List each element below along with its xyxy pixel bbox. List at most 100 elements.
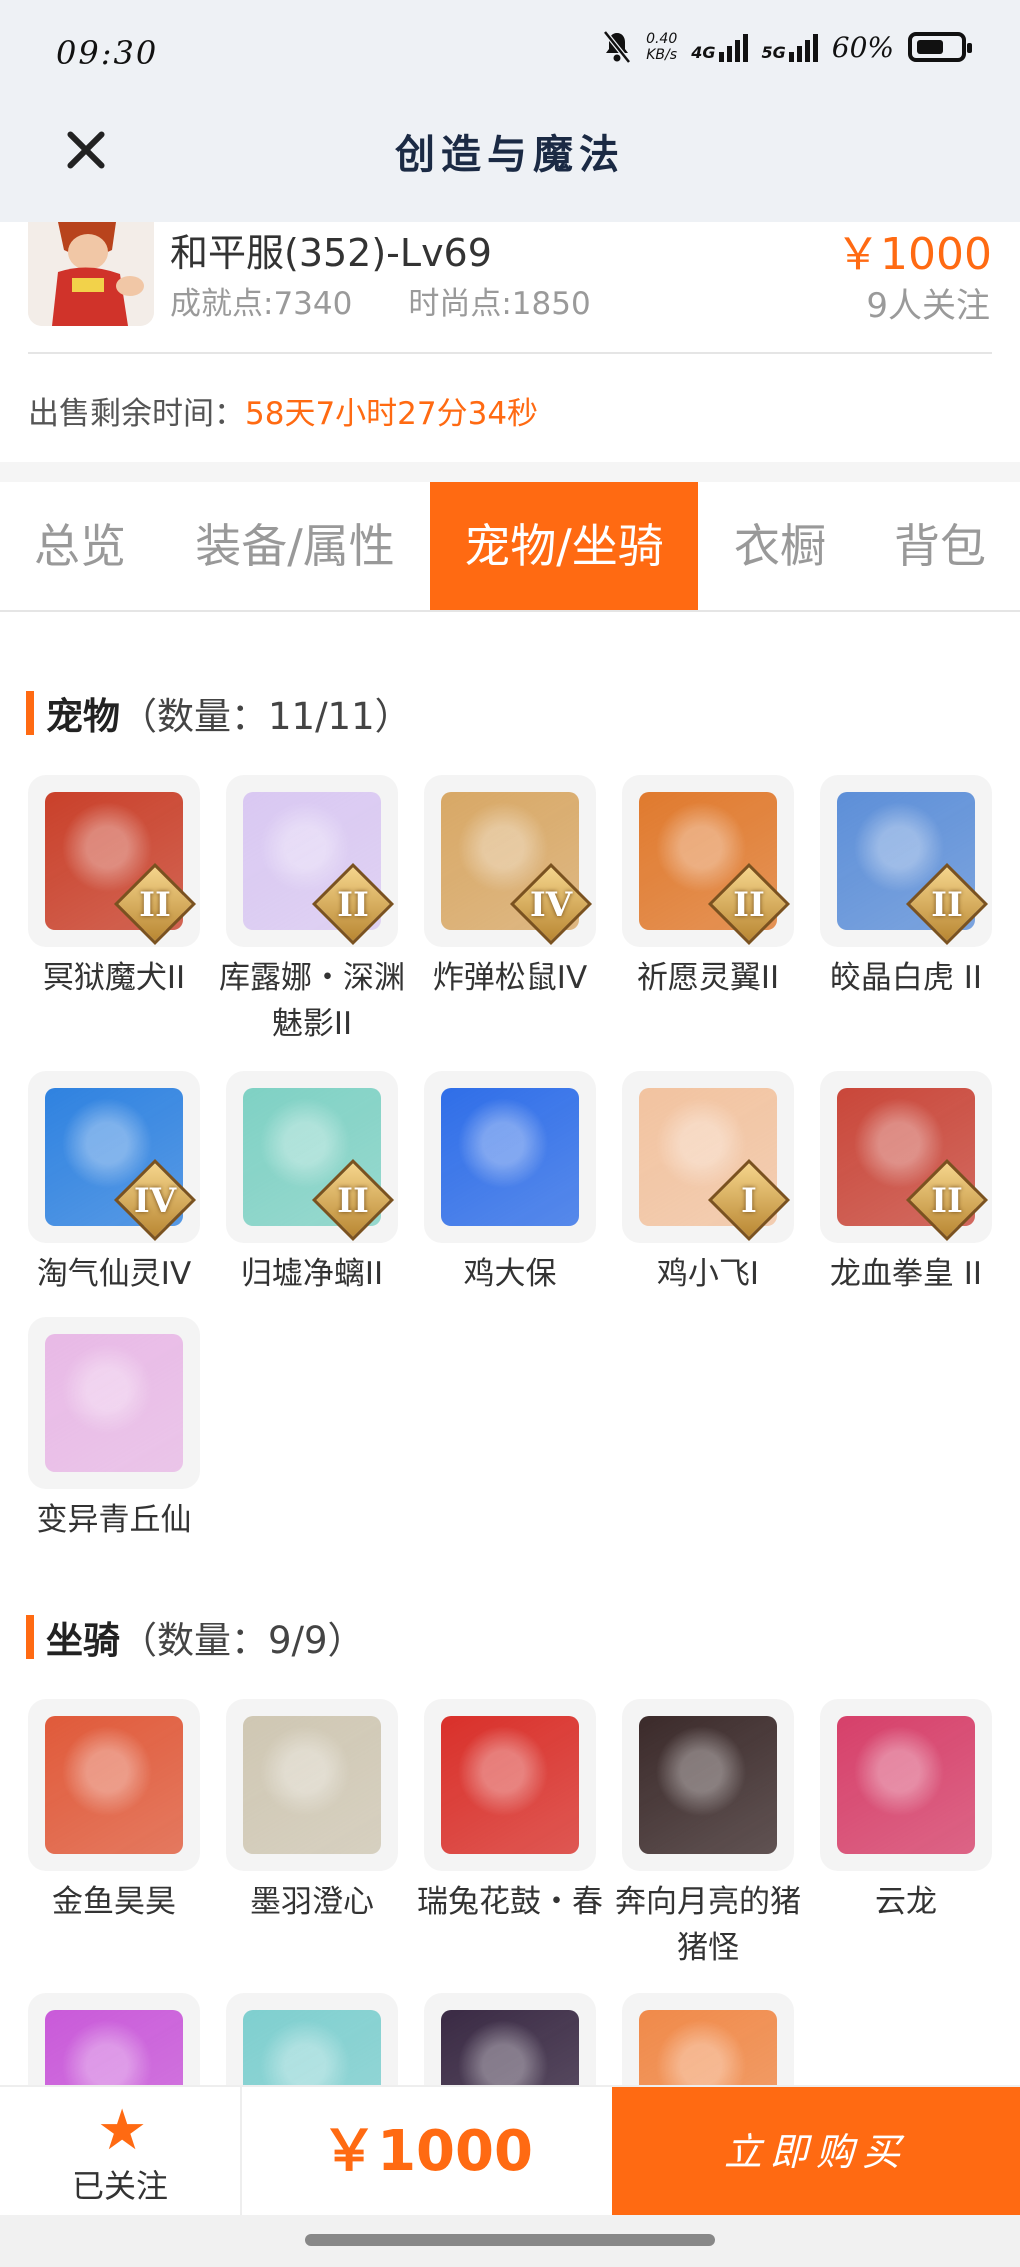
mount-image <box>28 1993 200 2085</box>
mount-item[interactable]: 云龙 <box>820 1699 992 1925</box>
remaining-time-value: 58天7小时27分34秒 <box>245 396 539 432</box>
tab-equipment[interactable]: 装备/属性 <box>180 482 410 610</box>
status-indicators: 0.40 KB/s 4G 5G 60% <box>602 30 972 64</box>
item-name: 淘气仙灵IV <box>36 1256 192 1292</box>
pet-item[interactable]: IV 淘气仙灵IV <box>28 1071 200 1297</box>
pets-section-title: 宠物 （数量：11/11） <box>26 686 412 740</box>
item-name: 库露娜・深渊魅影II <box>219 960 405 1042</box>
mount-item[interactable]: 金鱼昊昊 <box>28 1699 200 1925</box>
pet-image: II <box>226 775 398 947</box>
pet-item[interactable]: 变异青丘仙 <box>28 1317 200 1543</box>
item-name: 云龙 <box>875 1884 937 1920</box>
page-title: 创造与魔法 <box>395 131 625 178</box>
pet-image <box>424 1071 596 1243</box>
tier-label: II <box>931 885 963 925</box>
item-name: 变异青丘仙 <box>36 1502 192 1538</box>
pet-item[interactable]: II 归墟净螭II <box>226 1071 398 1297</box>
account-summary: 和平服(352)-Lv69 成就点:7340 时尚点:1850 ￥1000 9人… <box>0 222 1020 462</box>
follow-button[interactable]: ★ 已关注 <box>0 2087 242 2217</box>
signal-icon <box>788 32 818 62</box>
pet-image: I <box>622 1071 794 1243</box>
avatar <box>28 222 154 326</box>
fashion-points: 时尚点:1850 <box>408 286 591 322</box>
mute-bell-icon <box>603 30 632 64</box>
purchase-bar: ★ 已关注 ￥1000 立即购买 <box>0 2085 1020 2217</box>
pet-item[interactable]: II 库露娜・深渊魅影II <box>219 775 405 1047</box>
account-stats: 成就点:7340 时尚点:1850 <box>170 278 591 323</box>
nav-bar: 创造与魔法 <box>0 100 1020 222</box>
mount-image <box>820 1699 992 1871</box>
divider <box>28 352 992 354</box>
mount-item[interactable]: 瑞兔花鼓・春 <box>417 1699 603 1925</box>
network-speed: 0.40 KB/s <box>646 31 678 63</box>
pet-image: II <box>226 1071 398 1243</box>
item-name: 金鱼昊昊 <box>52 1884 176 1920</box>
home-indicator[interactable] <box>305 2234 715 2246</box>
mount-image <box>226 1699 398 1871</box>
mount-image <box>226 1993 398 2085</box>
item-name: 归墟净螭II <box>240 1256 384 1292</box>
tier-label: II <box>337 1181 369 1221</box>
bottom-price: ￥1000 <box>321 2119 533 2184</box>
tier-label: II <box>139 885 171 925</box>
detail-tabs: 总览 装备/属性 宠物/坐骑 衣橱 背包 <box>0 482 1020 612</box>
item-name: 鸡大保 <box>463 1256 557 1292</box>
tab-wardrobe[interactable]: 衣橱 <box>712 482 848 610</box>
follower-count: 9人关注 <box>866 286 990 326</box>
battery-icon <box>908 32 972 62</box>
mount-image <box>28 1699 200 1871</box>
tier-label: I <box>741 1181 757 1221</box>
server-level: 和平服(352)-Lv69 <box>170 231 492 275</box>
section-gap <box>0 462 1020 482</box>
item-name: 炸弹松鼠IV <box>432 960 588 996</box>
pet-image: II <box>820 775 992 947</box>
pet-item[interactable]: II 祈愿灵翼II <box>622 775 794 1001</box>
mount-item[interactable] <box>424 1993 596 2085</box>
mount-image <box>424 1699 596 1871</box>
item-name: 皎晶白虎 II <box>829 960 983 996</box>
pet-item[interactable]: II 冥狱魔犬II <box>28 775 200 1001</box>
mount-image <box>622 1699 794 1871</box>
tier-label: IV <box>529 885 573 925</box>
tab-overview[interactable]: 总览 <box>0 482 160 610</box>
pet-item[interactable]: II 龙血拳皇 II <box>820 1071 992 1297</box>
pet-item[interactable]: IV 炸弹松鼠IV <box>424 775 596 1001</box>
mount-item[interactable] <box>28 1993 200 2085</box>
signal-icon <box>718 32 748 62</box>
tab-pets-mounts[interactable]: 宠物/坐骑 <box>430 482 698 610</box>
pet-image: IV <box>424 775 596 947</box>
listing-price: ￥1000 <box>836 229 992 280</box>
pet-image: II <box>622 775 794 947</box>
remaining-time: 出售剩余时间：58天7小时27分34秒 <box>28 396 539 432</box>
tier-label: II <box>337 885 369 925</box>
buy-now-button[interactable]: 立即购买 <box>612 2087 1020 2217</box>
pet-item[interactable]: II 皎晶白虎 II <box>820 775 992 1001</box>
pet-item[interactable]: 鸡大保 <box>424 1071 596 1297</box>
mount-image <box>622 1993 794 2085</box>
pet-image: II <box>820 1071 992 1243</box>
mount-item[interactable] <box>622 1993 794 2085</box>
mount-item[interactable]: 墨羽澄心 <box>226 1699 398 1925</box>
network-type-1: 4G <box>691 43 716 62</box>
tab-backpack[interactable]: 背包 <box>866 482 1014 610</box>
pet-image: II <box>28 775 200 947</box>
tier-label: II <box>931 1181 963 1221</box>
achievement-points: 成就点:7340 <box>170 286 353 322</box>
tier-label: IV <box>133 1181 177 1221</box>
pet-item[interactable]: I 鸡小飞I <box>622 1071 794 1297</box>
mount-item[interactable]: 奔向月亮的猪猪怪 <box>615 1699 801 1971</box>
item-name: 冥狱魔犬II <box>42 960 186 996</box>
pet-image <box>28 1317 200 1489</box>
network-type-2: 5G <box>761 43 786 62</box>
item-name: 鸡小飞I <box>656 1256 760 1292</box>
item-name: 奔向月亮的猪猪怪 <box>615 1884 801 1966</box>
status-bar: 09:30 0.40 KB/s 4G 5G 60% <box>0 0 1020 100</box>
item-name: 墨羽澄心 <box>250 1884 374 1920</box>
item-name: 龙血拳皇 II <box>829 1256 983 1292</box>
tier-label: II <box>733 885 765 925</box>
mounts-section-title: 坐骑 （数量：9/9） <box>26 1610 365 1664</box>
star-icon: ★ <box>97 2098 148 2163</box>
mount-item[interactable] <box>226 1993 398 2085</box>
battery-percent: 60% <box>831 30 894 64</box>
mount-image <box>424 1993 596 2085</box>
